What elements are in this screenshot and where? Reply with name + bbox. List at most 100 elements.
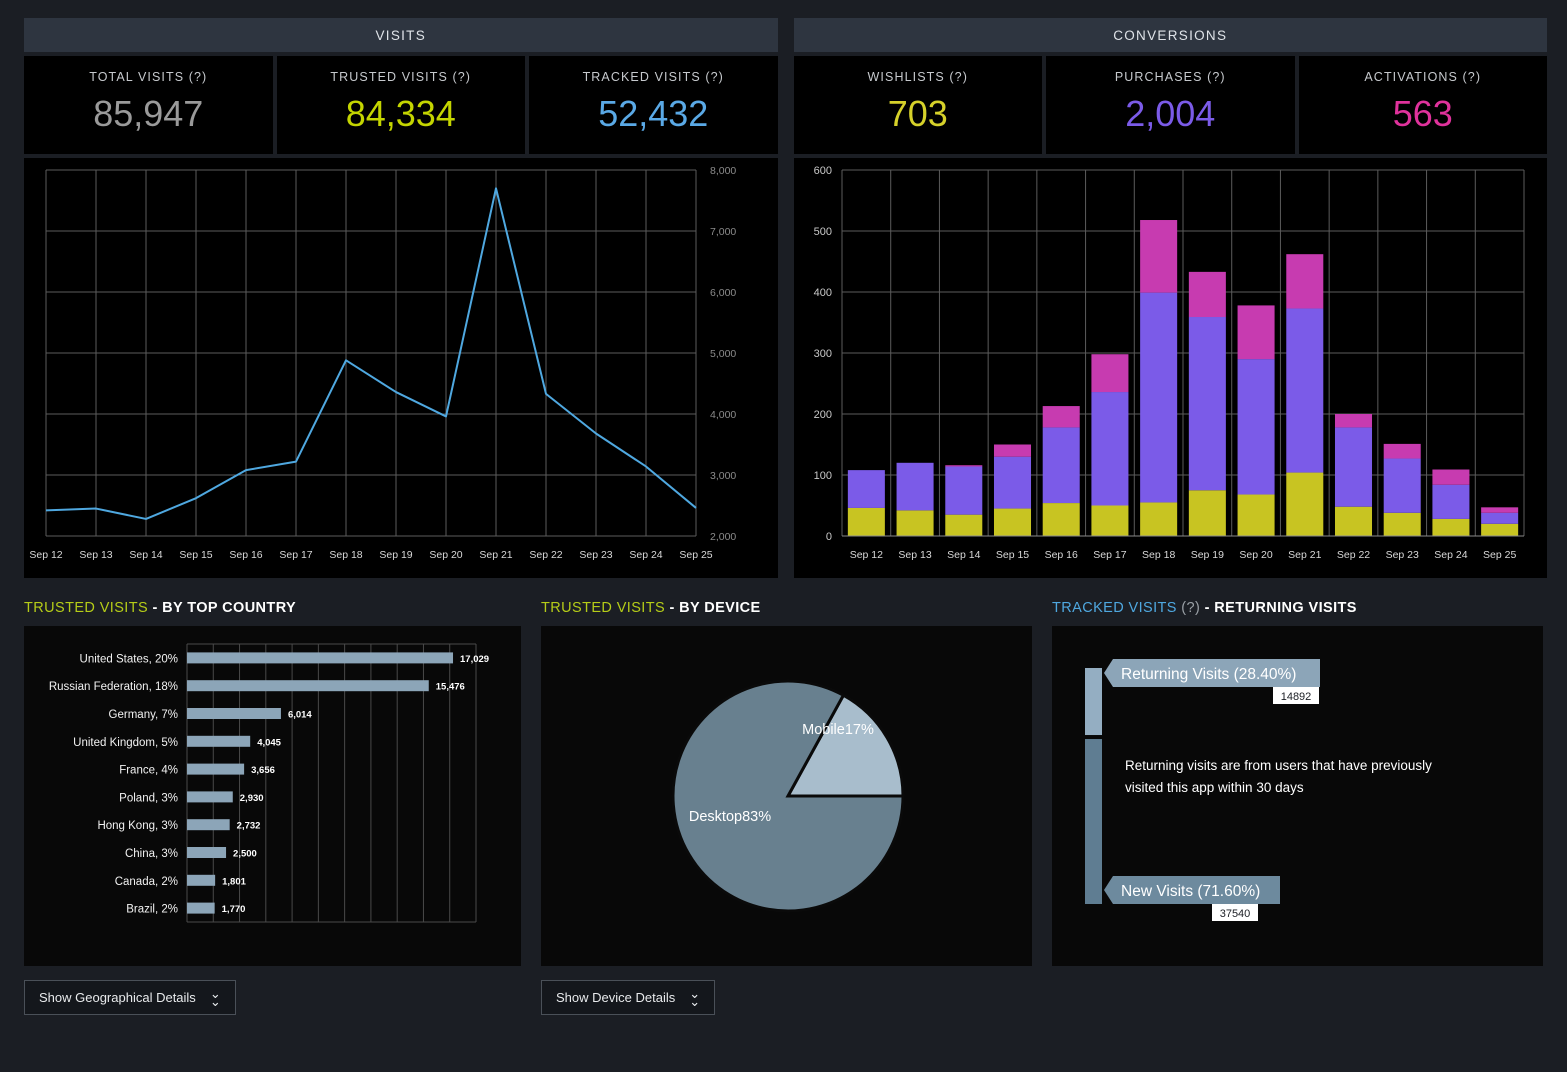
returning-title-help[interactable]: (?)	[1177, 600, 1200, 616]
svg-text:100: 100	[813, 470, 831, 482]
show-device-details-button[interactable]: Show Device Details ⌄ ⌄	[541, 980, 716, 1015]
device-pie-chart-svg: Mobile17% Desktop83%	[671, 679, 905, 913]
kpi-trusted-visits[interactable]: TRUSTED VISITS (?) 84,334	[276, 56, 525, 154]
returning-title-rest: - RETURNING VISITS	[1200, 600, 1357, 616]
conversions-panel: CONVERSIONS WISHLISTS (?) 703 PURCHASES …	[793, 18, 1547, 578]
svg-text:Sep 13: Sep 13	[79, 549, 112, 561]
svg-text:Canada, 2%: Canada, 2%	[115, 876, 178, 888]
svg-text:Sep 17: Sep 17	[1093, 549, 1126, 561]
device-title-accent: TRUSTED VISITS	[541, 600, 666, 616]
kpi-activations-value: 563	[1392, 93, 1453, 134]
bottom-panels-row: TRUSTED VISITS - BY TOP COUNTRY United S…	[0, 578, 1567, 1015]
kpi-trusted-visits-value: 84,334	[345, 93, 456, 134]
kpi-tracked-visits[interactable]: TRACKED VISITS (?) 52,432	[529, 56, 778, 154]
svg-text:Germany, 7%: Germany, 7%	[109, 709, 178, 721]
kpi-activations[interactable]: ACTIVATIONS (?) 563	[1298, 56, 1547, 154]
svg-text:Sep 17: Sep 17	[279, 549, 312, 561]
svg-text:500: 500	[813, 226, 831, 238]
svg-text:600: 600	[813, 165, 831, 177]
svg-text:14892: 14892	[1281, 691, 1312, 703]
svg-text:6,000: 6,000	[710, 287, 736, 299]
svg-text:Returning visits are from user: Returning visits are from users that hav…	[1125, 758, 1432, 773]
kpi-tracked-visits-value: 52,432	[598, 93, 709, 134]
svg-text:Desktop83%: Desktop83%	[689, 809, 771, 825]
conversions-bar-chart[interactable]: 0 100 200 300 400 500 600 Sep 12 Sep 13 Sep 14 Sep…	[793, 158, 1547, 578]
svg-text:Sep 25: Sep 25	[1483, 549, 1516, 561]
device-chart-body[interactable]: Mobile17% Desktop83%	[541, 626, 1032, 966]
geo-button-row: Show Geographical Details ⌄ ⌄	[24, 980, 521, 1015]
country-chart-body[interactable]: United States, 20% 17,029 Russian Federati…	[24, 626, 521, 966]
svg-text:4,000: 4,000	[710, 409, 736, 421]
device-section-title: TRUSTED VISITS - BY DEVICE	[541, 600, 1032, 616]
visits-line-chart[interactable]: 2,000 3,000 4,000 5,000 6,000 7,000 8,000 Sep 1…	[24, 158, 778, 578]
svg-text:Sep 25: Sep 25	[679, 549, 712, 561]
device-section: TRUSTED VISITS - BY DEVICE Mobile17% Desk…	[541, 600, 1032, 1015]
svg-text:Sep 20: Sep 20	[1239, 549, 1272, 561]
svg-text:Sep 12: Sep 12	[849, 549, 882, 561]
top-panels-row: VISITS TOTAL VISITS (?) 85,947 TRUSTED V…	[0, 0, 1567, 578]
svg-text:Poland, 3%: Poland, 3%	[119, 792, 178, 804]
svg-text:Sep 16: Sep 16	[1044, 549, 1077, 561]
visits-panel: VISITS TOTAL VISITS (?) 85,947 TRUSTED V…	[24, 18, 778, 578]
kpi-wishlists-value: 703	[887, 93, 948, 134]
svg-text:Sep 21: Sep 21	[1288, 549, 1321, 561]
svg-text:2,000: 2,000	[710, 531, 736, 543]
returning-chart-body[interactable]: Returning Visits (28.40%) 14892 New Visits…	[1052, 626, 1543, 966]
svg-text:Sep 19: Sep 19	[379, 549, 412, 561]
svg-text:8,000: 8,000	[710, 165, 736, 177]
svg-text:200: 200	[813, 409, 831, 421]
conversions-panel-title: CONVERSIONS	[793, 18, 1547, 52]
svg-text:3,656: 3,656	[251, 765, 275, 776]
svg-text:Sep 20: Sep 20	[429, 549, 462, 561]
svg-text:2,500: 2,500	[233, 849, 257, 860]
kpi-activations-label: ACTIVATIONS (?)	[1364, 70, 1482, 84]
visits-kpi-row: TOTAL VISITS (?) 85,947 TRUSTED VISITS (…	[24, 56, 778, 154]
svg-text:United States, 20%: United States, 20%	[80, 653, 178, 665]
returning-section: TRACKED VISITS (?) - RETURNING VISITS Re…	[1052, 600, 1543, 1015]
show-geographical-details-button[interactable]: Show Geographical Details ⌄ ⌄	[24, 980, 236, 1015]
country-title-rest: - BY TOP COUNTRY	[148, 600, 297, 616]
svg-text:400: 400	[813, 287, 831, 299]
svg-text:1,801: 1,801	[222, 876, 246, 887]
svg-text:Sep 16: Sep 16	[229, 549, 262, 561]
svg-text:United Kingdom, 5%: United Kingdom, 5%	[73, 737, 178, 749]
svg-text:Sep 14: Sep 14	[129, 549, 162, 561]
kpi-total-visits[interactable]: TOTAL VISITS (?) 85,947	[24, 56, 273, 154]
svg-text:4,045: 4,045	[257, 737, 281, 748]
svg-text:visited this app within 30 day: visited this app within 30 days	[1125, 780, 1304, 795]
svg-text:15,476: 15,476	[436, 682, 465, 693]
svg-text:1,770: 1,770	[222, 904, 246, 915]
country-title-accent: TRUSTED VISITS	[24, 600, 149, 616]
country-section-title: TRUSTED VISITS - BY TOP COUNTRY	[24, 600, 521, 616]
device-button-row: Show Device Details ⌄ ⌄	[541, 980, 1032, 1015]
svg-text:Sep 19: Sep 19	[1190, 549, 1223, 561]
svg-text:2,732: 2,732	[237, 821, 261, 832]
returning-title-accent: TRACKED VISITS	[1052, 600, 1177, 616]
svg-text:0: 0	[825, 531, 831, 543]
kpi-tracked-visits-label: TRACKED VISITS (?)	[582, 70, 724, 84]
visits-panel-title: VISITS	[24, 18, 778, 52]
svg-text:7,000: 7,000	[710, 226, 736, 238]
chevron-double-down-icon: ⌄ ⌄	[209, 986, 221, 1009]
svg-text:Sep 24: Sep 24	[629, 549, 662, 561]
svg-text:Sep 23: Sep 23	[1385, 549, 1418, 561]
returning-section-title: TRACKED VISITS (?) - RETURNING VISITS	[1052, 600, 1543, 616]
svg-text:Returning Visits (28.40%): Returning Visits (28.40%)	[1121, 666, 1296, 683]
kpi-wishlists[interactable]: WISHLISTS (?) 703	[793, 56, 1042, 154]
kpi-total-visits-label: TOTAL VISITS (?)	[89, 70, 208, 84]
svg-text:Hong Kong, 3%: Hong Kong, 3%	[97, 820, 178, 832]
svg-text:Mobile17%: Mobile17%	[802, 722, 874, 738]
svg-text:Sep 15: Sep 15	[179, 549, 212, 561]
svg-text:37540: 37540	[1220, 908, 1251, 920]
svg-text:China, 3%: China, 3%	[125, 848, 178, 860]
svg-text:Brazil, 2%: Brazil, 2%	[126, 904, 178, 916]
conversions-kpi-row: WISHLISTS (?) 703 PURCHASES (?) 2,004 AC…	[793, 56, 1547, 154]
country-section: TRUSTED VISITS - BY TOP COUNTRY United S…	[24, 600, 521, 1015]
svg-text:17,029: 17,029	[460, 654, 489, 665]
svg-text:2,930: 2,930	[240, 793, 264, 804]
kpi-purchases-label: PURCHASES (?)	[1114, 70, 1226, 84]
kpi-trusted-visits-label: TRUSTED VISITS (?)	[330, 70, 472, 84]
device-title-rest: - BY DEVICE	[665, 600, 761, 616]
svg-text:6,014: 6,014	[288, 710, 312, 721]
kpi-purchases[interactable]: PURCHASES (?) 2,004	[1046, 56, 1295, 154]
